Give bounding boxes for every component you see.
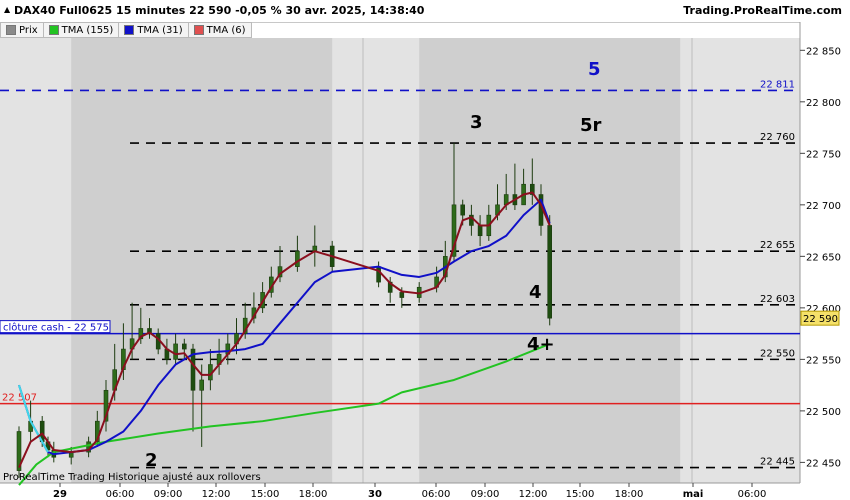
y-tick-label: 22 450 xyxy=(806,458,841,469)
price-bar-body xyxy=(173,343,178,360)
price-bar-body xyxy=(477,225,483,237)
level-label: 22 603 xyxy=(760,294,795,305)
x-tick-label: 30 xyxy=(368,489,382,500)
level-label: 22 811 xyxy=(760,79,795,90)
x-tick-label: 06:00 xyxy=(106,489,135,500)
y-tick-label: 22 700 xyxy=(806,201,841,212)
wave-annotation: 5 xyxy=(588,59,601,80)
x-tick-label: 15:00 xyxy=(566,489,595,500)
level-label: 22 760 xyxy=(760,132,795,143)
x-tick-label: 06:00 xyxy=(738,489,767,500)
price-bar-body xyxy=(199,379,204,391)
cash-close-label: clôture cash - 22 575 xyxy=(3,322,109,334)
y-tick-label: 22 550 xyxy=(806,355,841,366)
x-tick-label: 09:00 xyxy=(154,489,183,500)
price-bar-body xyxy=(295,250,300,267)
current-price-label: 22 590 xyxy=(803,314,838,325)
x-tick-label: 12:00 xyxy=(202,489,231,500)
footer-note: ProRealTime Trading Historique ajusté au… xyxy=(3,471,261,483)
x-tick-label: 06:00 xyxy=(422,489,451,500)
level-label: 22 445 xyxy=(760,457,795,468)
y-tick-label: 22 850 xyxy=(806,46,841,57)
y-tick-label: 22 800 xyxy=(806,98,841,109)
x-tick-label: 18:00 xyxy=(299,489,328,500)
y-tick-label: 22 500 xyxy=(806,407,841,418)
wave-annotation: 4 xyxy=(529,282,542,303)
wave-annotation: 2 xyxy=(145,450,158,471)
level-label: 22 655 xyxy=(760,240,795,251)
level-label: 22 550 xyxy=(760,348,795,359)
y-tick-label: 22 750 xyxy=(806,149,841,160)
price-bar-body xyxy=(460,204,466,216)
price-bar-body xyxy=(376,266,381,283)
x-tick-label: 18:00 xyxy=(615,489,644,500)
price-chart[interactable]: 22 45022 50022 55022 60022 65022 70022 7… xyxy=(0,0,850,500)
price-bar-body xyxy=(399,292,405,298)
price-bar-body xyxy=(547,225,553,319)
x-tick-label: 12:00 xyxy=(519,489,548,500)
wave-annotation: 5r xyxy=(580,115,602,136)
x-tick-label: 09:00 xyxy=(471,489,500,500)
y-tick-label: 22 650 xyxy=(806,252,841,263)
support-label: 22 507 xyxy=(2,393,37,404)
x-tick-label: mai xyxy=(683,489,704,500)
x-tick-label: 29 xyxy=(53,489,67,500)
wave-annotation: 4+ xyxy=(527,334,555,355)
x-tick-label: 15:00 xyxy=(251,489,280,500)
price-bar-body xyxy=(182,343,187,350)
wave-annotation: 3 xyxy=(470,112,483,133)
